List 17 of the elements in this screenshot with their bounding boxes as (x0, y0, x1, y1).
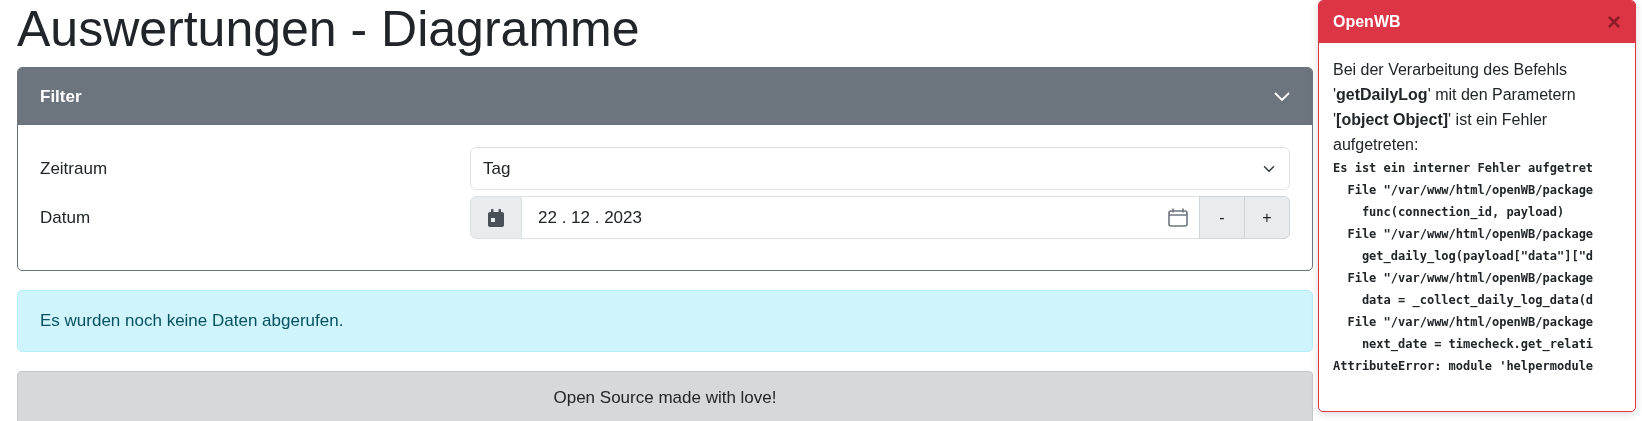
calendar-icon (1168, 208, 1188, 227)
info-alert: Es wurden noch keine Daten abgerufen. (17, 290, 1313, 352)
toast-title: OpenWB (1333, 12, 1401, 32)
filter-title: Filter (40, 85, 82, 108)
footer-bar: Open Source made with love! (17, 370, 1313, 421)
error-traceback: Es ist ein interner Fehler aufgetret File "/var/www/html/openWB/package func(connection_id, payload) File "/var/www/html/openWB/package get_daily_log(payload["data"]["d File "/var/www/html/openWB/package data = _collect_daily_log_data(d File "/var/www/html/openWB/package next_date = timecheck.get_relati AttributeError: module 'helpermodule (1333, 160, 1595, 375)
error-message: Bei der Verarbeitung des Befehls 'getDailyLog' mit den Parametern '[object Object]' ist ein Fehler aufgetreten: (1332, 60, 1577, 155)
date-field[interactable]: 22 . 12 . 2023 (521, 196, 1200, 239)
page-title: Auswertungen - Diagramme (17, 2, 641, 57)
filter-card-header[interactable]: Filter (18, 68, 1312, 125)
field-label: Zeitraum (40, 157, 109, 180)
chevron-icon (1274, 91, 1290, 102)
step-button[interactable]: - (1199, 196, 1245, 239)
step-button[interactable]: + (1244, 196, 1290, 239)
field-label: Datum (40, 206, 92, 229)
calendar-icon (488, 208, 504, 227)
period-select[interactable]: Tag (470, 147, 1290, 190)
